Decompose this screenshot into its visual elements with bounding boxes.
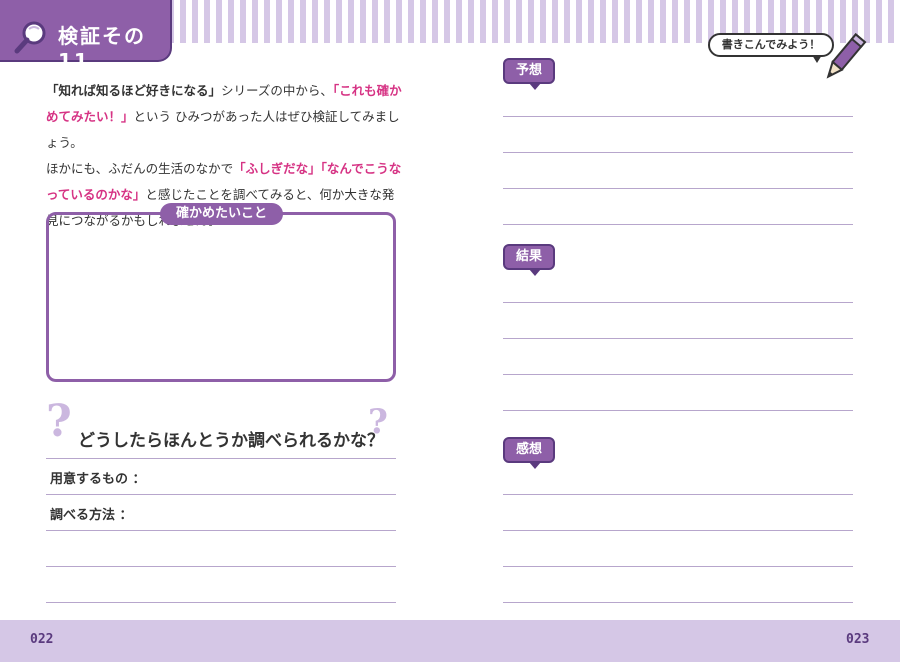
intro-text-3: ほかにも、ふだんの生活のなかで	[46, 161, 234, 176]
confirm-box[interactable]	[46, 212, 396, 382]
writing-line[interactable]	[46, 494, 396, 495]
pencil-icon	[826, 33, 867, 79]
section-tag-prediction: 予想	[503, 58, 555, 90]
prepare-label: 用意するもの ：	[50, 472, 146, 487]
writing-line[interactable]	[503, 530, 853, 531]
writing-line[interactable]	[503, 152, 853, 153]
section-tag-result: 結果	[503, 244, 555, 276]
writing-line[interactable]	[503, 188, 853, 189]
writing-line[interactable]	[503, 602, 853, 603]
chapter-title: 検証その11	[58, 24, 146, 73]
writing-line[interactable]	[503, 494, 853, 495]
writing-line[interactable]	[503, 224, 853, 225]
writing-line[interactable]	[46, 530, 396, 531]
writing-line[interactable]	[46, 566, 396, 567]
question-heading: どうしたらほんとうか調べられるかな？	[78, 431, 384, 451]
page-number-right: 023	[846, 632, 870, 647]
question-mark-icon-left: ?	[46, 396, 72, 447]
writing-line[interactable]	[503, 410, 853, 411]
magnifier-icon	[14, 21, 46, 54]
writing-line[interactable]	[503, 116, 853, 117]
writing-line[interactable]	[503, 338, 853, 339]
intro-text-1: シリーズの中から、	[221, 83, 333, 98]
writing-line[interactable]	[46, 602, 396, 603]
method-label: 調べる方法 ：	[50, 508, 133, 523]
writing-line[interactable]	[503, 566, 853, 567]
page-number-left: 022	[30, 632, 54, 647]
writing-line[interactable]	[503, 302, 853, 303]
writing-line	[46, 458, 396, 459]
writing-line[interactable]	[503, 374, 853, 375]
speech-bubble: 書きこんでみよう！	[708, 33, 834, 63]
chapter-header-tab: 検証その11	[0, 0, 172, 73]
footer-band	[0, 620, 900, 662]
section-tag-impression: 感想	[503, 437, 555, 469]
confirm-box-label: 確かめたいこと	[160, 203, 284, 225]
series-name: 「知れば知るほど好きになる」	[46, 83, 222, 98]
question-mark-icon-right: ?	[368, 402, 388, 442]
